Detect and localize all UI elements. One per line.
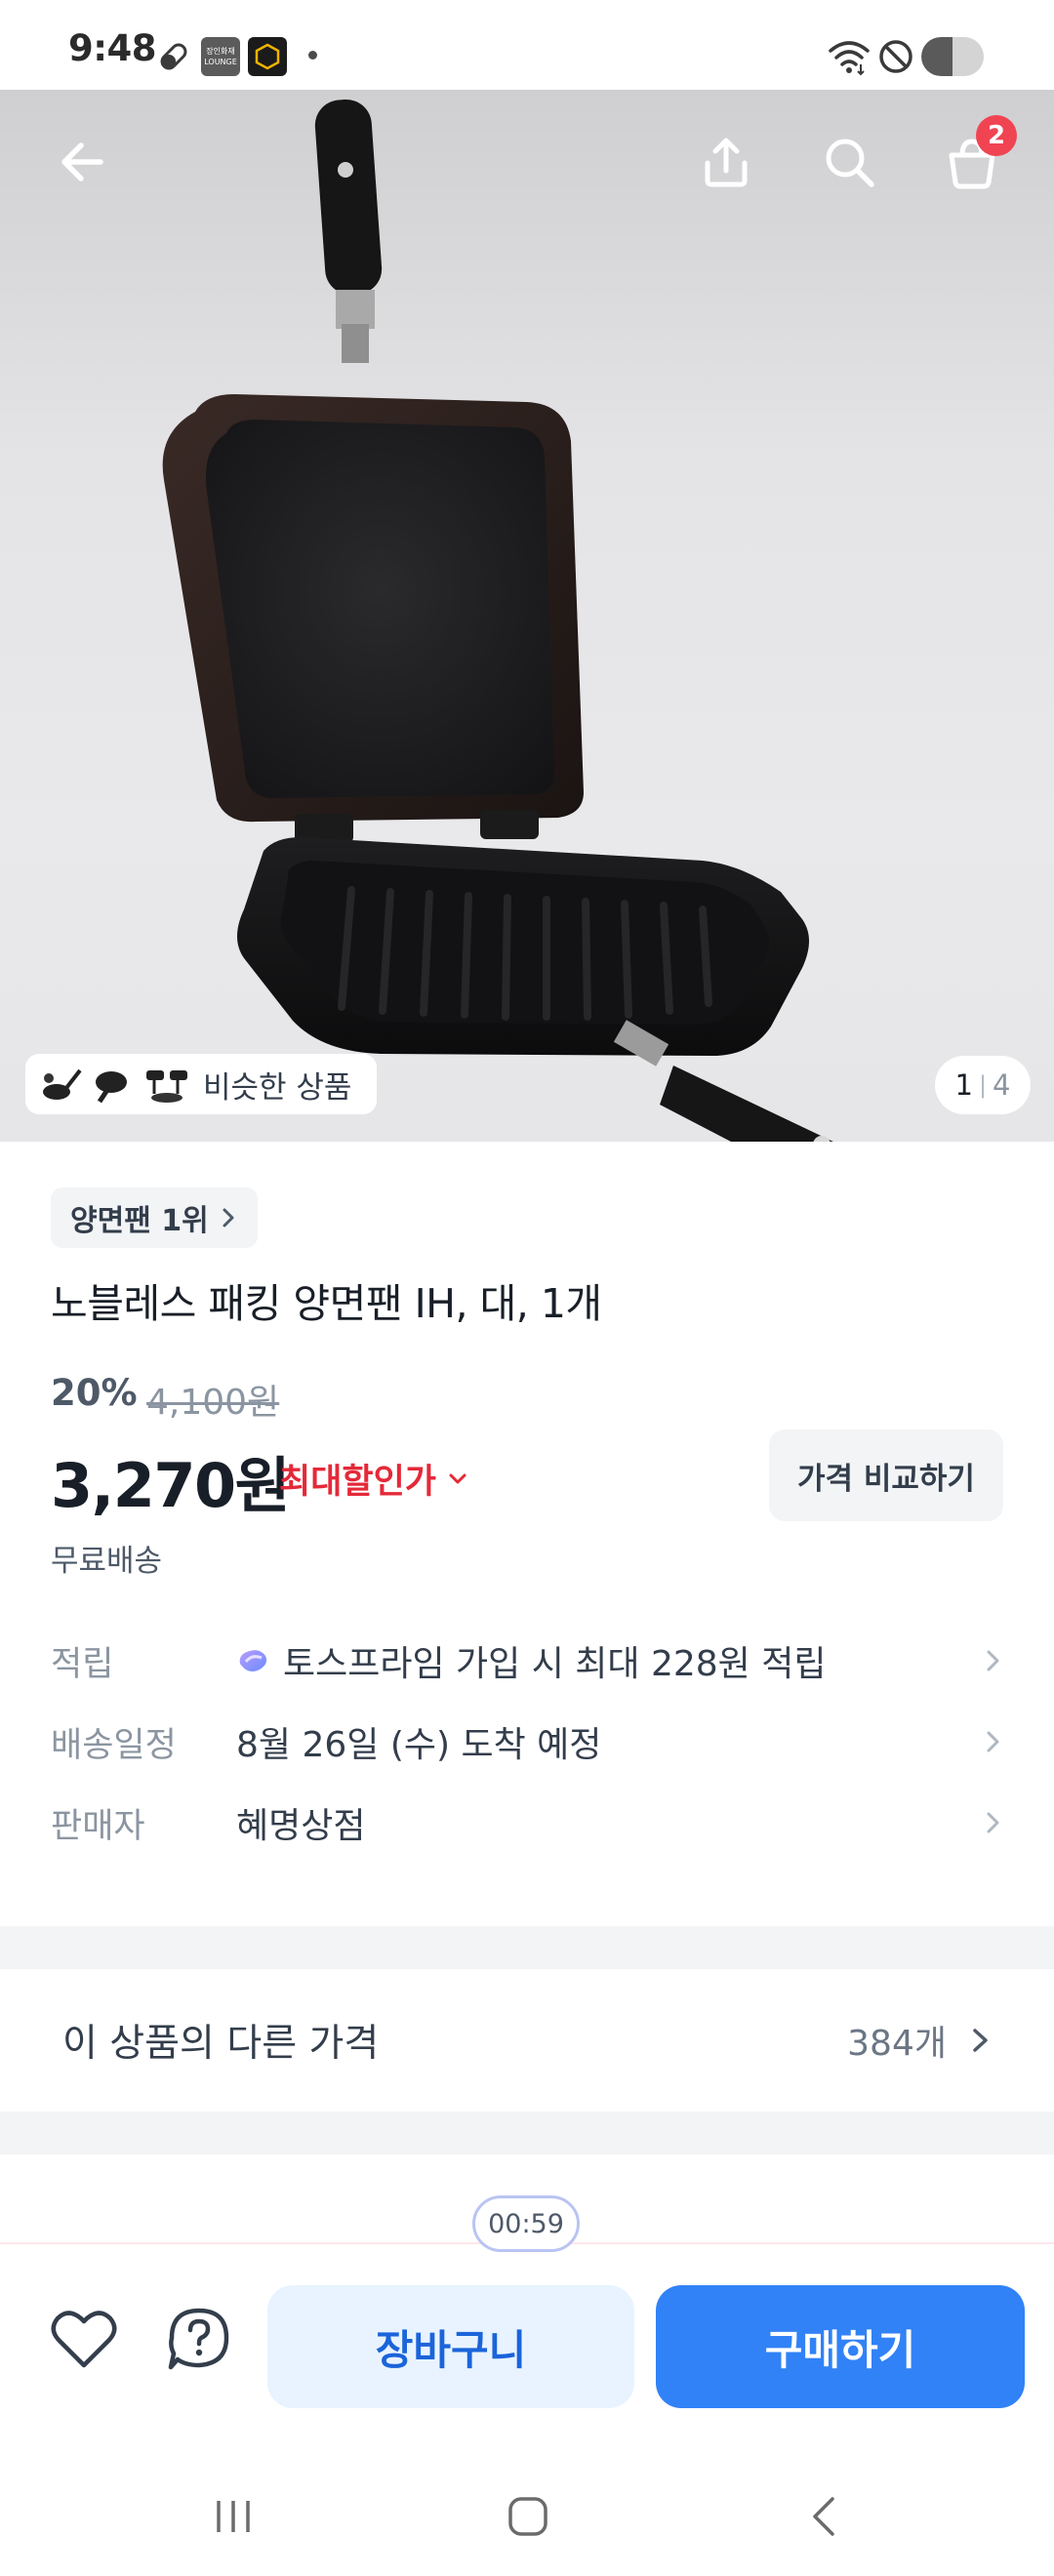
points-row[interactable]: 적립 토스프라임 가입 시 최대 228원 적립 <box>51 1631 1003 1690</box>
wifi-icon <box>828 37 871 80</box>
shipping-label: 무료배송 <box>51 1544 163 1579</box>
favorite-button[interactable] <box>45 2301 123 2379</box>
back-arrow-icon <box>61 142 103 181</box>
delivery-row[interactable]: 배송일정 8월 26일 (수) 도착 예정 <box>51 1712 1003 1771</box>
add-to-cart-button[interactable]: 장바구니 <box>267 2285 634 2408</box>
image-page-indicator: 1 | 4 <box>935 1056 1031 1114</box>
help-button[interactable] <box>160 2301 238 2379</box>
buy-now-button[interactable]: 구매하기 <box>656 2285 1025 2408</box>
rank-chip-label: 양면팬 1위 <box>70 1204 209 1238</box>
share-button[interactable] <box>687 123 765 201</box>
section-divider <box>0 1926 1054 1969</box>
chevron-down-icon <box>449 1473 466 1483</box>
page-current: 1 <box>954 1068 973 1102</box>
seller-label: 판매자 <box>51 1806 145 1846</box>
section-divider <box>0 2112 1054 2154</box>
delivery-value: 8월 26일 (수) 도착 예정 <box>236 1725 602 1765</box>
back-button[interactable] <box>43 123 121 201</box>
recent-apps-icon <box>217 2501 250 2532</box>
more-notifications-dot <box>308 51 317 60</box>
similar-product-thumbnail <box>43 1068 82 1100</box>
page-separator: | <box>978 1071 988 1099</box>
heart-icon <box>51 2311 117 2368</box>
similar-product-thumbnail <box>146 1070 187 1103</box>
medication-icon <box>156 39 191 78</box>
hexagon-app-icon <box>248 37 287 76</box>
cart-count-badge: 2 <box>976 115 1017 156</box>
category-rank-chip[interactable]: 양면팬 1위 <box>51 1187 258 1248</box>
max-discount-label: 최대할인가 <box>279 1463 437 1502</box>
battery-icon <box>921 37 984 76</box>
chevron-right-icon <box>973 2029 988 2052</box>
chevron-right-icon <box>223 1208 234 1228</box>
original-price: 4,100원 <box>146 1383 280 1423</box>
recent-apps-button[interactable] <box>189 2473 277 2560</box>
chevron-right-icon <box>987 1812 999 1833</box>
seller-value: 혜명상점 <box>236 1806 366 1846</box>
compare-price-button[interactable]: 가격 비교하기 <box>769 1429 1003 1521</box>
toss-prime-icon <box>239 1650 267 1671</box>
search-icon <box>826 139 874 187</box>
seller-row[interactable]: 판매자 혜명상점 <box>51 1793 1003 1852</box>
other-prices-row[interactable]: 이 상품의 다른 가격 384개 <box>0 1969 1054 2112</box>
search-button[interactable] <box>810 123 888 201</box>
page-total: 4 <box>993 1068 1011 1102</box>
product-photo-double-pan <box>162 99 833 1142</box>
similar-product-thumbnail <box>96 1071 127 1104</box>
max-discount-toggle[interactable]: 최대할인가 <box>279 1454 469 1504</box>
other-prices-label: 이 상품의 다른 가격 <box>62 2022 380 2066</box>
discount-rate: 20% <box>51 1372 138 1414</box>
share-icon <box>705 138 748 187</box>
status-time: 9:48 <box>68 27 157 69</box>
system-back-button[interactable] <box>781 2473 869 2560</box>
points-label: 적립 <box>51 1644 114 1684</box>
product-image-gallery[interactable]: 2 비슷한 상품 1 | 4 <box>0 90 1054 1142</box>
similar-products-chip[interactable]: 비슷한 상품 <box>25 1054 377 1114</box>
chevron-right-icon <box>987 1650 999 1671</box>
home-button[interactable] <box>484 2473 572 2560</box>
help-icon <box>168 2308 229 2370</box>
countdown-timer: 00:59 <box>472 2195 580 2252</box>
product-title: 노블레스 패킹 양면팬 IH, 대, 1개 <box>51 1280 602 1327</box>
app-notification-icon: 장인화재 LOUNGE <box>201 37 240 76</box>
delivery-label: 배송일정 <box>51 1725 177 1765</box>
do-not-disturb-icon <box>876 37 915 80</box>
sale-price: 3,270원 <box>51 1450 291 1521</box>
back-chevron-icon <box>813 2497 834 2536</box>
similar-products-label: 비슷한 상품 <box>203 1069 352 1106</box>
chevron-right-icon <box>987 1731 999 1752</box>
home-icon <box>508 2497 547 2536</box>
battery-level <box>921 37 953 76</box>
other-prices-count: 384개 <box>847 2024 947 2064</box>
app-notification-label: 장인화재 LOUNGE <box>204 47 237 66</box>
points-value: 토스프라임 가입 시 최대 228원 적립 <box>283 1644 827 1684</box>
similar-products-thumbnails <box>39 1065 189 1104</box>
